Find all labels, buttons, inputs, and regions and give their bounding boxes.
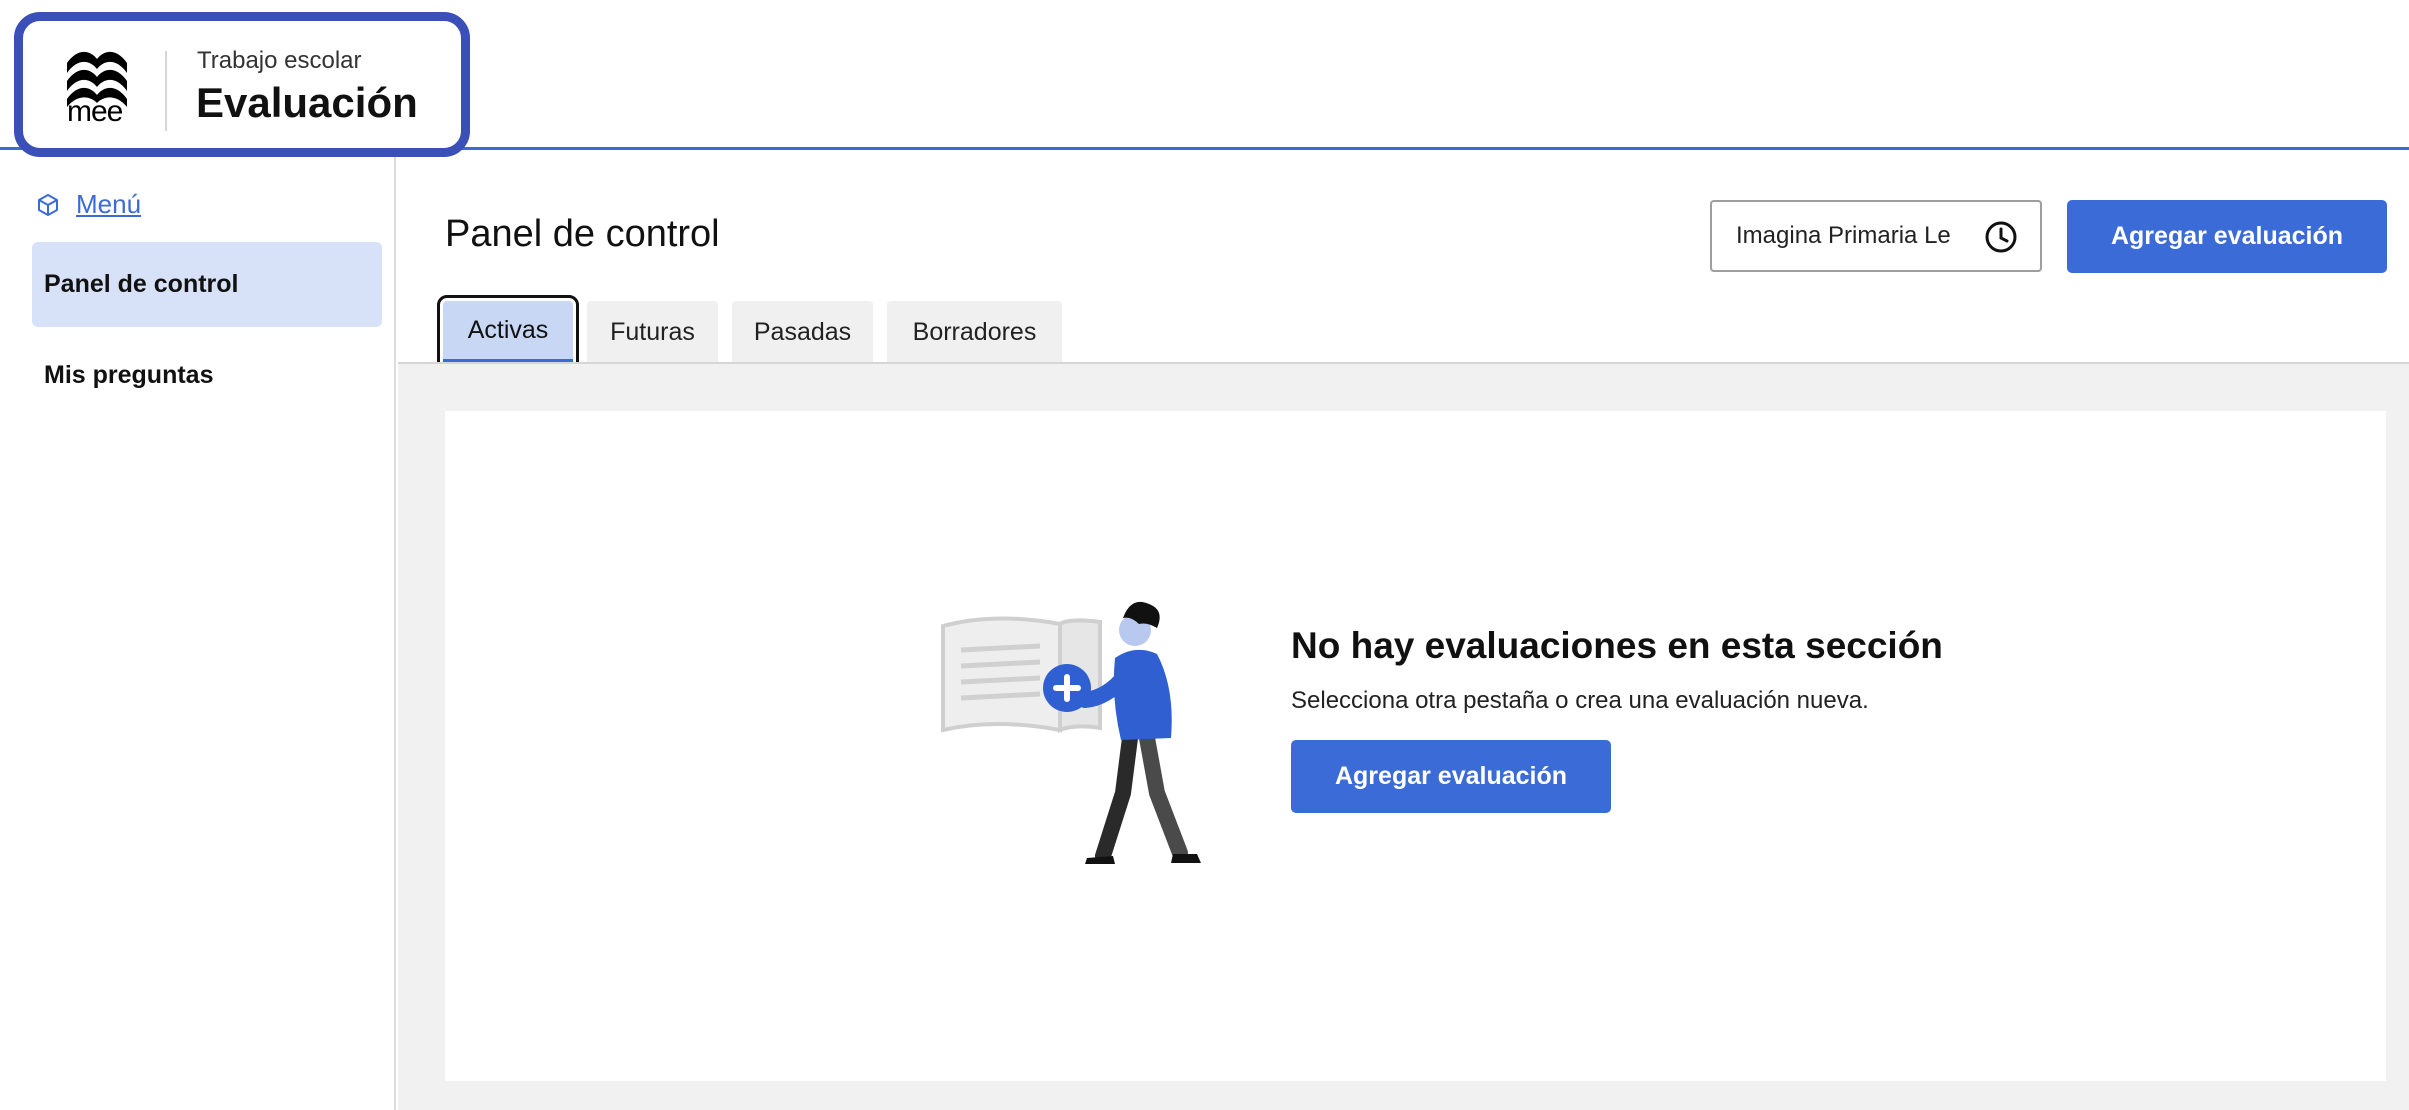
cube-icon (38, 193, 58, 216)
tab-pasadas[interactable]: Pasadas (732, 301, 873, 363)
sidebar: Menú Panel de control Mis preguntas (0, 153, 396, 1110)
person-with-book-illustration (941, 601, 1201, 864)
tab-label: Activas (467, 315, 549, 344)
empty-state-card: No hay evaluaciones en esta sección Sele… (445, 411, 2386, 1081)
tab-label: Borradores (912, 317, 1037, 346)
app-title: Evaluación (196, 79, 418, 126)
tab-futuras[interactable]: Futuras (587, 301, 718, 363)
sidebar-item-label: Mis preguntas (44, 361, 214, 389)
page-title: Panel de control (445, 213, 720, 255)
tab-bar: Activas Futuras Pasadas Borradores (437, 295, 1062, 369)
empty-state-description: Selecciona otra pestaña o crea una evalu… (1291, 687, 1869, 714)
sidebar-item-panel-de-control[interactable]: Panel de control (32, 242, 382, 327)
empty-state-title: No hay evaluaciones en esta sección (1291, 625, 1943, 666)
sidebar-item-label: Panel de control (44, 270, 239, 298)
main-content: Panel de control Imagina Primaria Le Agr… (398, 153, 2409, 1110)
tab-borradores[interactable]: Borradores (887, 301, 1062, 363)
menu-link[interactable]: Menú (36, 189, 141, 220)
empty-state-add-evaluation-button[interactable]: Agregar evaluación (1291, 740, 1611, 813)
course-select[interactable]: Imagina Primaria Le (1710, 200, 2042, 272)
sidebar-item-mis-preguntas[interactable]: Mis preguntas (32, 333, 382, 418)
course-select-value: Imagina Primaria Le (1736, 222, 1951, 249)
logo-text: mee (67, 95, 123, 128)
brand-block[interactable]: mee Trabajo escolar Evaluación (14, 12, 470, 157)
brand-divider (165, 51, 167, 131)
clock-icon (1985, 221, 2017, 253)
tab-label: Pasadas (753, 317, 852, 346)
tab-activas[interactable]: Activas (437, 295, 579, 369)
app-header: mee Trabajo escolar Evaluación (0, 0, 2409, 157)
app-subtitle: Trabajo escolar (197, 47, 362, 74)
add-evaluation-button[interactable]: Agregar evaluación (2067, 200, 2387, 273)
menu-label: Menú (76, 189, 142, 219)
tab-label: Futuras (610, 317, 695, 346)
